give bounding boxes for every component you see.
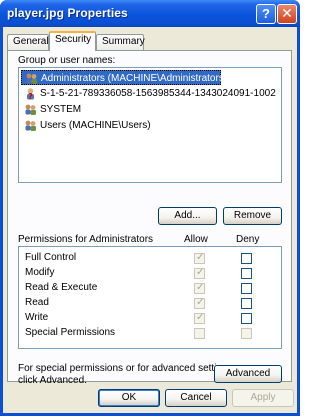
tab-security[interactable]: Security bbox=[49, 31, 96, 51]
add-button[interactable]: Add... bbox=[158, 207, 217, 225]
allow-read-execute-checkbox[interactable]: ✓ bbox=[194, 282, 205, 294]
deny-write-checkbox[interactable] bbox=[241, 313, 252, 324]
permission-modify: Modify bbox=[25, 267, 55, 278]
deny-header: Deny bbox=[236, 234, 260, 245]
user-item-administrators[interactable]: Administrators (MACHINE\Administrators) bbox=[21, 70, 227, 85]
security-panel: Group or user names: Administrators (MAC… bbox=[7, 50, 292, 386]
advanced-button[interactable]: Advanced bbox=[214, 365, 282, 383]
user-list[interactable]: Administrators (MACHINE\Administrators) … bbox=[18, 67, 282, 183]
permission-read: Read bbox=[25, 297, 49, 308]
tab-general[interactable]: General bbox=[7, 34, 49, 50]
advanced-note-line2: click Advanced. bbox=[18, 375, 87, 386]
user-item-label: Administrators (MACHINE\Administrators) bbox=[41, 73, 228, 84]
group-users-label: Group or user names: bbox=[18, 55, 116, 66]
group-icon bbox=[25, 104, 36, 115]
allow-modify-checkbox[interactable]: ✓ bbox=[194, 267, 205, 279]
check-mark-icon: ✓ bbox=[196, 312, 205, 323]
permissions-label: Permissions for Administrators bbox=[18, 234, 154, 245]
advanced-note-line1: For special permissions or for advanced … bbox=[18, 363, 236, 374]
close-button[interactable]: ✕ bbox=[277, 4, 297, 24]
user-item-label: S-1-5-21-789336058-1563985344-1343024091… bbox=[40, 88, 276, 99]
deny-special-checkbox[interactable] bbox=[241, 328, 252, 339]
check-mark-icon: ✓ bbox=[196, 297, 205, 308]
user-item-label: Users (MACHINE\Users) bbox=[40, 120, 151, 131]
permission-write: Write bbox=[25, 312, 49, 323]
window-title: player.jpg Properties bbox=[7, 6, 128, 20]
apply-button[interactable]: Apply bbox=[232, 389, 294, 407]
check-mark-icon: ✓ bbox=[196, 252, 205, 263]
ok-button[interactable]: OK bbox=[98, 389, 160, 407]
group-icon bbox=[25, 120, 36, 131]
permission-special: Special Permissions bbox=[25, 327, 116, 338]
allow-full-control-checkbox[interactable]: ✓ bbox=[194, 252, 205, 264]
remove-button[interactable]: Remove bbox=[223, 207, 282, 225]
user-item-sid[interactable]: ? S-1-5-21-789336058-1563985344-13430240… bbox=[21, 86, 276, 101]
user-item-system[interactable]: SYSTEM bbox=[21, 102, 81, 117]
title-bar[interactable]: player.jpg Properties ? ✕ bbox=[0, 0, 300, 27]
svg-text:?: ? bbox=[28, 92, 33, 100]
cancel-button[interactable]: Cancel bbox=[165, 389, 227, 407]
allow-write-checkbox[interactable]: ✓ bbox=[194, 312, 205, 324]
deny-read-checkbox[interactable] bbox=[241, 298, 252, 309]
tab-summary[interactable]: Summary bbox=[96, 34, 145, 50]
allow-special-checkbox[interactable] bbox=[194, 328, 205, 339]
dialog-body: General Security Summary Group or user n… bbox=[3, 27, 297, 413]
deny-modify-checkbox[interactable] bbox=[241, 268, 252, 279]
user-item-users[interactable]: Users (MACHINE\Users) bbox=[21, 118, 151, 133]
allow-read-checkbox[interactable]: ✓ bbox=[194, 297, 205, 309]
group-icon bbox=[26, 73, 37, 84]
unknown-user-icon: ? bbox=[27, 88, 34, 100]
permissions-list: Full Control ✓ Modify ✓ Read & Execute ✓… bbox=[18, 246, 282, 349]
deny-full-control-checkbox[interactable] bbox=[241, 253, 252, 264]
permission-full-control: Full Control bbox=[25, 252, 77, 263]
properties-window: player.jpg Properties ? ✕ General Securi… bbox=[0, 0, 300, 416]
allow-header: Allow bbox=[184, 234, 208, 245]
check-mark-icon: ✓ bbox=[196, 282, 205, 293]
user-item-label: SYSTEM bbox=[40, 104, 82, 115]
deny-read-execute-checkbox[interactable] bbox=[241, 283, 252, 294]
check-mark-icon: ✓ bbox=[196, 267, 205, 278]
permission-read-execute: Read & Execute bbox=[25, 282, 98, 293]
help-button[interactable]: ? bbox=[256, 4, 276, 24]
